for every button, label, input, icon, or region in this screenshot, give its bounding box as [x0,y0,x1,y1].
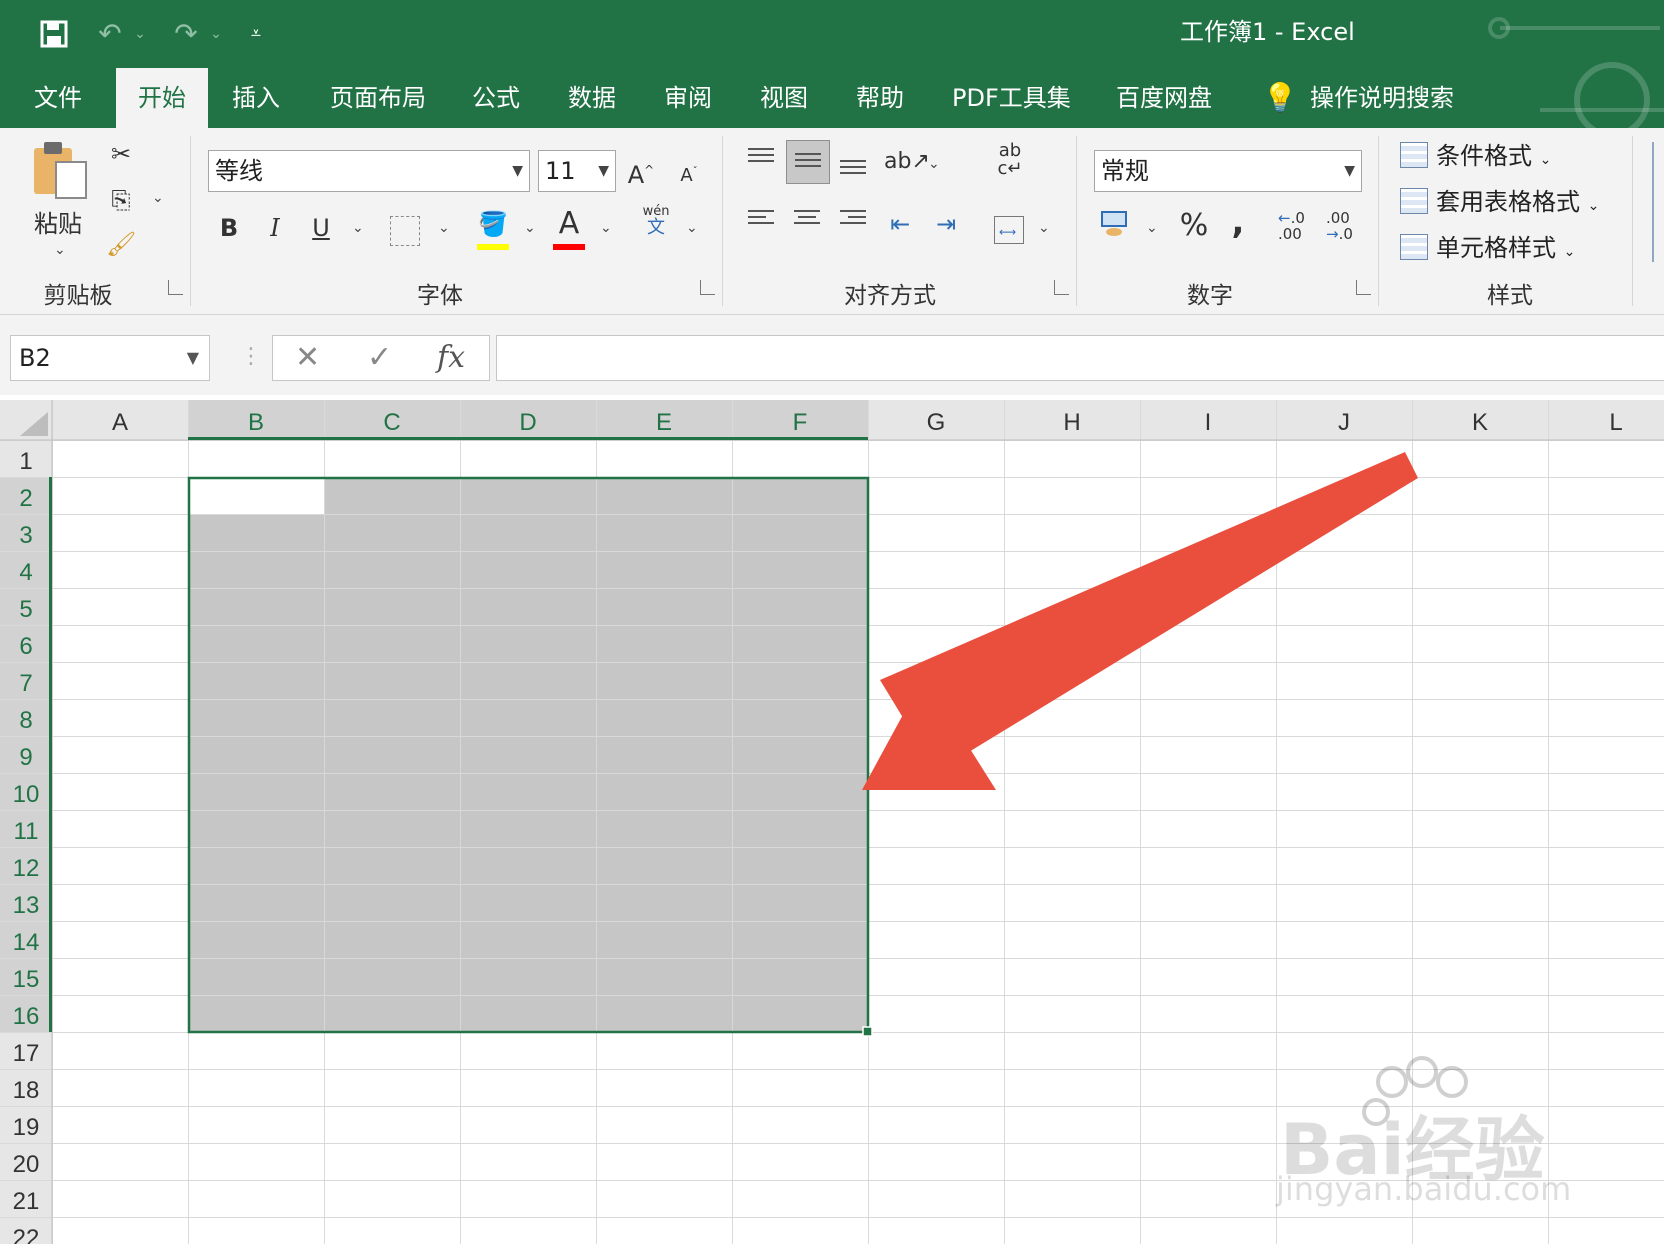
column-header-label[interactable]: I [1205,409,1212,436]
column-header-label[interactable]: H [1063,409,1080,436]
column-header-label[interactable]: G [927,409,946,436]
row-header-label[interactable]: 6 [19,633,32,660]
row-header-label[interactable]: 4 [19,559,32,586]
row-header-label[interactable]: 15 [13,966,40,993]
column-header-label[interactable]: A [112,409,128,436]
row-header-selected-bar [49,477,52,1032]
row-header-label[interactable]: 16 [13,1003,40,1030]
column-header-label[interactable]: B [248,409,264,436]
column-header-label[interactable]: F [793,409,808,436]
row-header-label[interactable]: 14 [13,929,40,956]
column-header-label[interactable]: J [1338,409,1350,436]
column-header-selected-bar [188,437,868,440]
annotation-arrow-shaft [880,452,1418,772]
column-header-label[interactable]: D [519,409,536,436]
column-header-label[interactable]: E [656,409,672,436]
row-header-label[interactable]: 5 [19,596,32,623]
fill-handle[interactable] [862,1026,873,1037]
row-header-label[interactable]: 18 [13,1077,40,1104]
row-header-label[interactable]: 9 [19,744,32,771]
row-header-label[interactable]: 3 [19,522,32,549]
row-header-label[interactable]: 12 [13,855,40,882]
row-header-label[interactable]: 8 [19,707,32,734]
row-header-label[interactable]: 11 [14,818,39,845]
row-header-label[interactable]: 10 [13,781,40,808]
row-header-label[interactable]: 22 [13,1225,40,1244]
row-header-label[interactable]: 2 [19,485,32,512]
watermark-url: jingyan.baidu.com [1276,1170,1572,1208]
active-cell[interactable] [190,479,324,514]
selection-fill [188,477,868,1032]
column-header-label[interactable]: C [383,409,400,436]
row-header-label[interactable]: 21 [13,1188,40,1215]
row-header-label[interactable]: 7 [19,670,32,697]
column-header-label[interactable]: L [1609,409,1622,436]
row-header-label[interactable]: 17 [13,1040,40,1067]
row-header-label[interactable]: 20 [13,1151,40,1178]
row-header-label[interactable]: 1 [19,448,32,475]
row-header-label[interactable]: 13 [13,892,40,919]
row-header-label[interactable]: 19 [13,1114,40,1141]
column-header-label[interactable]: K [1472,409,1488,436]
